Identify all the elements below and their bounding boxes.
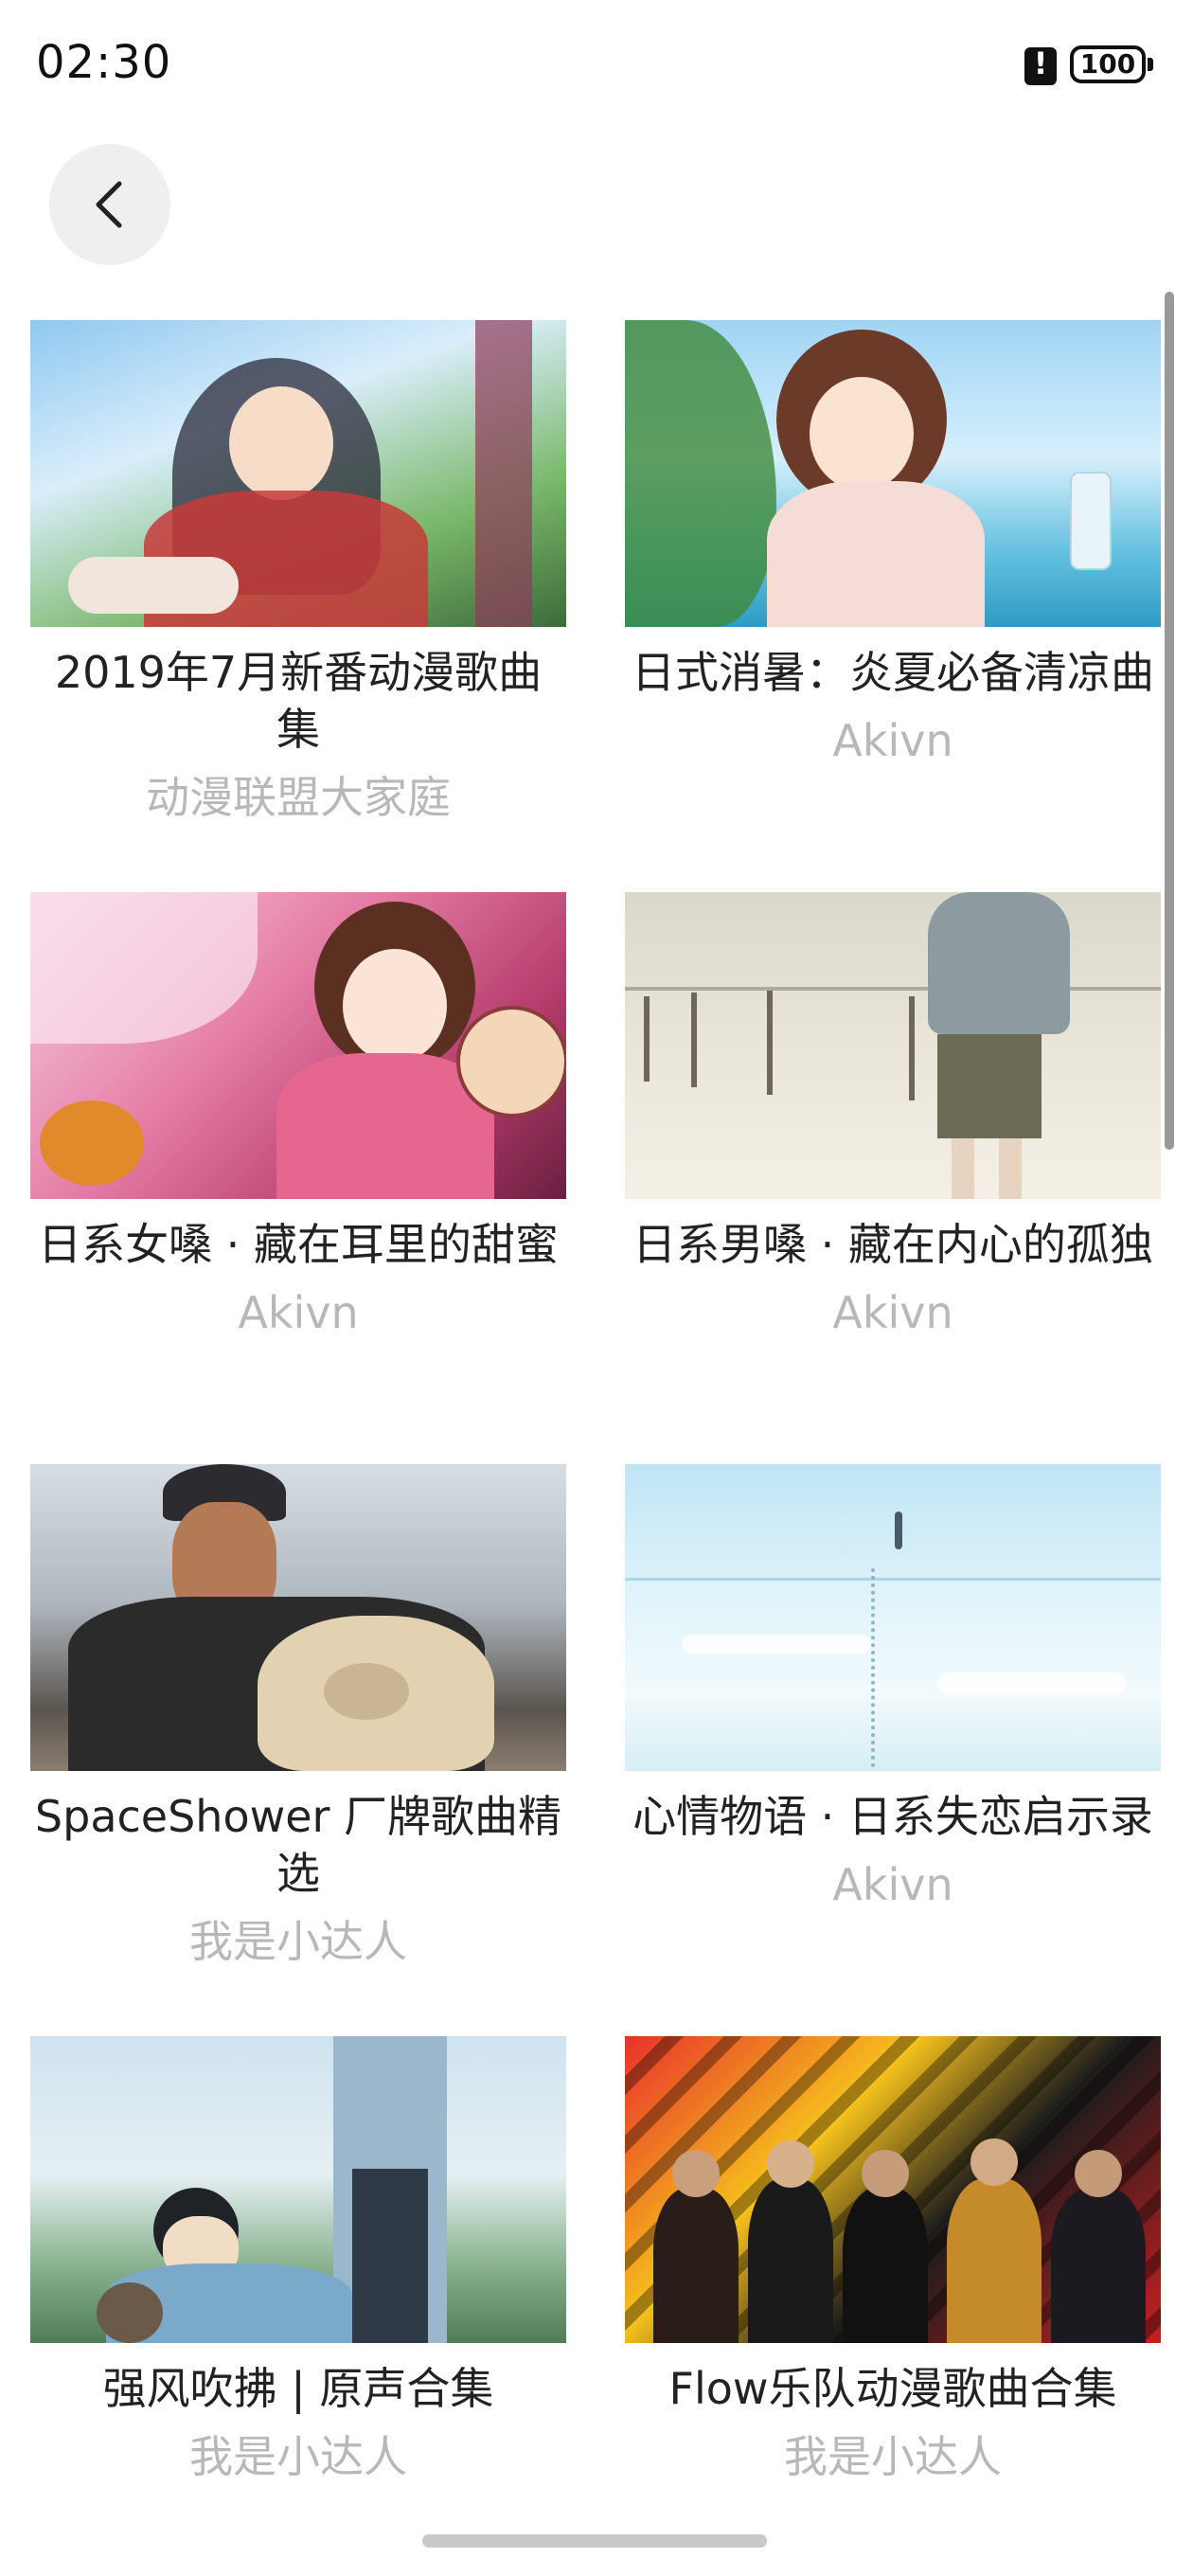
playlist-card[interactable]: 心情物语 · 日系失恋启示录 Akivn bbox=[625, 1464, 1161, 1995]
playlist-card[interactable]: 2019年7月新番动漫歌曲集 动漫联盟大家庭 bbox=[30, 320, 566, 850]
playlist-card[interactable]: 强风吹拂 | 原声合集 我是小达人 bbox=[30, 2036, 566, 2567]
playlist-cover[interactable] bbox=[30, 1464, 566, 1771]
playlist-cover[interactable] bbox=[625, 2036, 1161, 2343]
home-indicator[interactable] bbox=[422, 2534, 767, 2548]
back-button[interactable] bbox=[49, 144, 170, 265]
playlist-cover[interactable] bbox=[30, 320, 566, 627]
status-time: 02:30 bbox=[36, 36, 172, 89]
playlist-card[interactable]: Flow乐队动漫歌曲合集 我是小达人 bbox=[625, 2036, 1161, 2567]
playlist-title: SpaceShower 厂牌歌曲精选 bbox=[34, 1791, 562, 1899]
playlist-cover[interactable] bbox=[625, 1464, 1161, 1771]
playlist-card[interactable]: SpaceShower 厂牌歌曲精选 我是小达人 bbox=[30, 1464, 566, 1995]
playlist-title: 心情物语 · 日系失恋启示录 bbox=[632, 1791, 1153, 1842]
playlist-title: 2019年7月新番动漫歌曲集 bbox=[54, 647, 543, 755]
alert-icon bbox=[1024, 45, 1057, 85]
playlist-author: 我是小达人 bbox=[189, 1916, 407, 1967]
chevron-left-icon bbox=[96, 181, 122, 228]
playlist-title: Flow乐队动漫歌曲合集 bbox=[668, 2363, 1117, 2414]
playlist-author: 我是小达人 bbox=[784, 2431, 1002, 2482]
battery-icon: 100 bbox=[1070, 45, 1153, 83]
status-bar: 02:30 100 bbox=[0, 0, 1193, 133]
playlist-cover[interactable] bbox=[30, 892, 566, 1199]
playlist-author: Akivn bbox=[832, 715, 953, 766]
playlist-title: 强风吹拂 | 原声合集 bbox=[102, 2363, 494, 2414]
scrollbar[interactable] bbox=[1165, 292, 1174, 1150]
playlist-author: Akivn bbox=[832, 1859, 953, 1910]
playlist-cover[interactable] bbox=[30, 2036, 566, 2343]
playlist-card[interactable]: 日式消暑：炎夏必备清凉曲 Akivn bbox=[625, 320, 1161, 850]
playlist-card[interactable]: 日系男嗓 · 藏在内心的孤独 Akivn bbox=[625, 892, 1161, 1422]
playlist-title: 日式消暑：炎夏必备清凉曲 bbox=[632, 647, 1154, 698]
playlist-author: Akivn bbox=[238, 1287, 359, 1338]
playlist-author: 我是小达人 bbox=[189, 2431, 407, 2482]
battery-level: 100 bbox=[1079, 48, 1136, 80]
playlist-title: 日系女嗓 · 藏在耳里的甜蜜 bbox=[38, 1219, 559, 1270]
playlist-card[interactable]: 日系女嗓 · 藏在耳里的甜蜜 Akivn bbox=[30, 892, 566, 1422]
playlist-title: 日系男嗓 · 藏在内心的孤独 bbox=[632, 1219, 1153, 1270]
playlist-author: Akivn bbox=[832, 1287, 953, 1338]
playlist-cover[interactable] bbox=[625, 320, 1161, 627]
playlist-cover[interactable] bbox=[625, 892, 1161, 1199]
playlist-author: 动漫联盟大家庭 bbox=[146, 772, 451, 823]
